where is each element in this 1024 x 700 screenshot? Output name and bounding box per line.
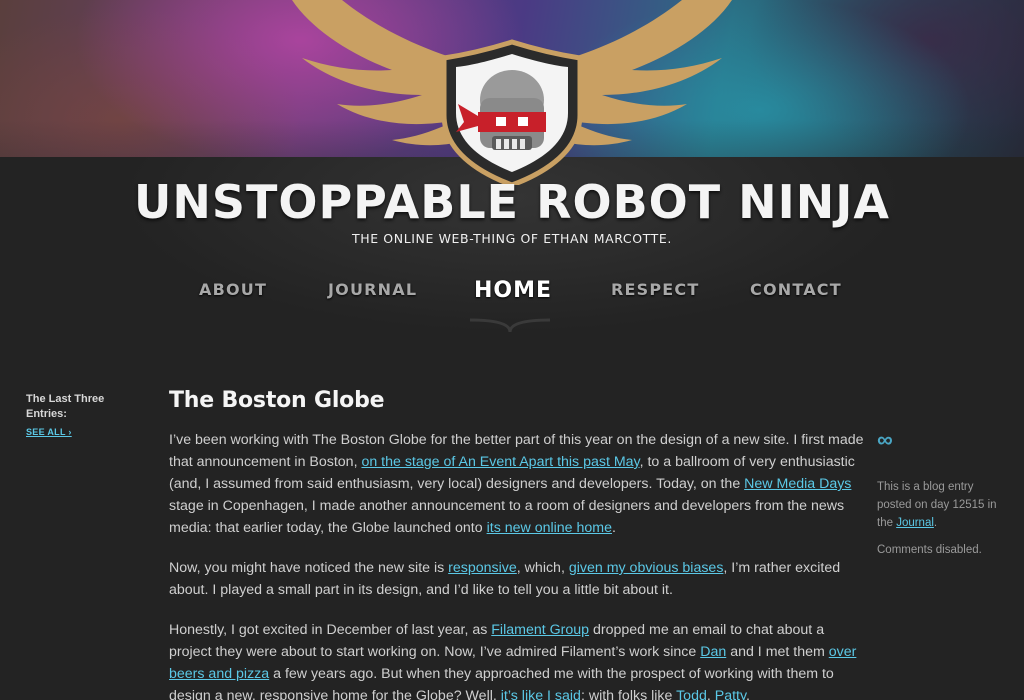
text-span: , — [746, 688, 750, 700]
nav-item-about[interactable]: ABOUT — [199, 280, 267, 299]
nav-item-journal[interactable]: JOURNAL — [328, 280, 417, 299]
entry-title: The Boston Globe — [169, 388, 385, 413]
text-span: , which, — [516, 560, 569, 576]
link-new-media-days[interactable]: New Media Days — [744, 476, 851, 492]
journal-link[interactable]: Journal — [896, 517, 934, 529]
text-span: and I met them — [726, 644, 829, 660]
blog-entry: The Boston Globe I’ve been working with … — [169, 388, 864, 700]
text-span: Honestly, I got excited in December of l… — [169, 622, 492, 638]
nav-item-home[interactable]: HOME — [474, 278, 552, 303]
see-all-link[interactable]: SEE ALL › — [26, 427, 72, 437]
entry-meta: This is a blog entry posted on day 12515… — [877, 478, 1007, 532]
link-filament-group[interactable]: Filament Group — [491, 622, 589, 638]
text-span: : with folks like — [580, 688, 677, 700]
link-obvious-biases[interactable]: given my obvious biases — [569, 560, 724, 576]
main-nav: ABOUT JOURNAL HOME RESPECT CONTACT — [0, 278, 1024, 320]
meta-end: . — [933, 517, 938, 529]
link-event-apart[interactable]: on the stage of An Event Apart this past… — [361, 454, 639, 470]
site-title[interactable]: UNSTOPPABLE ROBOT NINJA — [0, 175, 1024, 229]
nav-active-marker — [470, 318, 550, 333]
recent-entries-sidebar: The Last Three Entries: SEE ALL › — [26, 392, 136, 440]
text-span: . — [612, 520, 616, 536]
text-span: Now, you might have noticed the new site… — [169, 560, 449, 576]
entry-paragraph: I’ve been working with The Boston Globe … — [169, 429, 864, 539]
comments-status: Comments disabled. — [877, 544, 982, 556]
link-responsive[interactable]: responsive — [448, 560, 517, 576]
nav-item-contact[interactable]: CONTACT — [750, 280, 842, 299]
link-todd[interactable]: Todd — [676, 688, 707, 700]
nav-item-respect[interactable]: RESPECT — [611, 280, 700, 299]
link-patty[interactable]: Patty — [715, 688, 746, 700]
link-new-online-home[interactable]: its new online home — [487, 520, 612, 536]
infinity-permalink-icon[interactable]: ∞ — [877, 428, 1007, 452]
site-tagline: THE ONLINE WEB-THING OF ETHAN MARCOTTE. — [352, 231, 672, 246]
robot-ninja-logo[interactable] — [282, 0, 742, 185]
recent-entries-heading: The Last Three Entries: — [26, 393, 105, 420]
text-span: , — [706, 688, 715, 700]
link-its-like-i-said[interactable]: it’s like I said — [501, 688, 581, 700]
entry-paragraph: Honestly, I got excited in December of l… — [169, 619, 864, 700]
entry-paragraph: Now, you might have noticed the new site… — [169, 557, 864, 601]
link-dan[interactable]: Dan — [700, 644, 726, 660]
entry-meta-sidebar: ∞ This is a blog entry posted on day 125… — [877, 428, 1007, 557]
